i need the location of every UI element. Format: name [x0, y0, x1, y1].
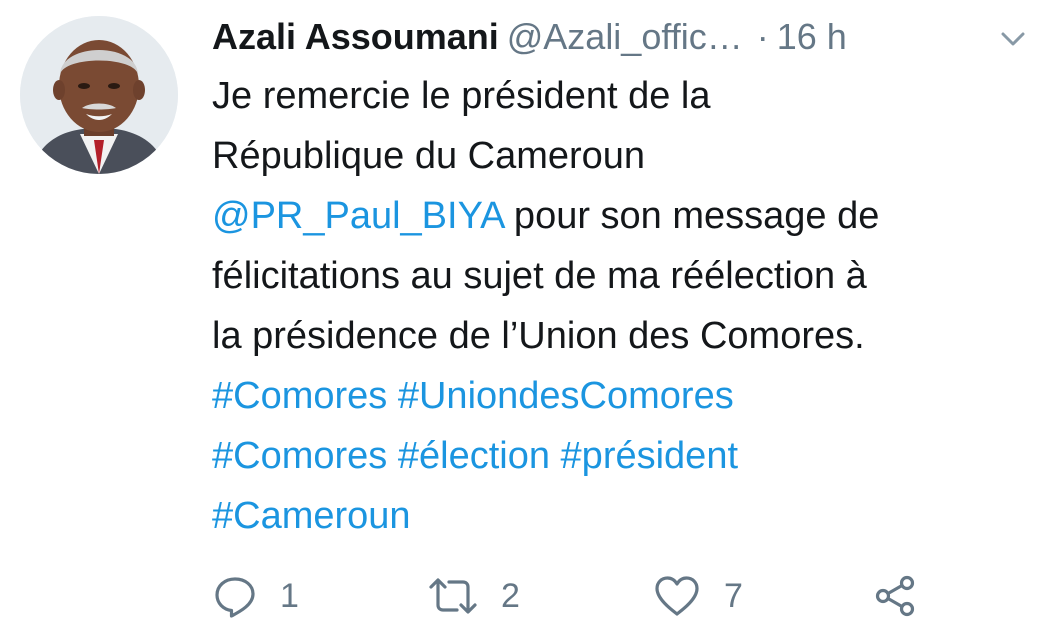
heart-icon [652, 573, 702, 619]
tweet-text-line: République du Cameroun [212, 135, 646, 177]
author-handle[interactable]: @Azali_offic… [507, 16, 743, 57]
tweet-text-line: @PR_Paul_BIYA pour son message de [212, 186, 1032, 246]
author-name[interactable]: Azali Assoumani [212, 16, 499, 57]
hashtag-line: #Cameroun [212, 486, 1032, 546]
retweet-button[interactable]: 2 [427, 566, 520, 626]
hashtag-link[interactable]: #Comores [212, 375, 387, 417]
like-button[interactable]: 7 [652, 566, 743, 626]
tweet-actions: 1 2 7 [212, 566, 1032, 626]
retweet-icon [427, 573, 479, 619]
hashtag-line: #Comores #élection #président [212, 426, 1032, 486]
tweet-text-fragment: pour son message de [503, 195, 880, 237]
hashtag-link[interactable]: #Comores [212, 435, 387, 477]
retweet-count: 2 [501, 576, 520, 615]
like-count: 7 [724, 576, 743, 615]
hashtag-line: #Comores #UniondesComores [212, 366, 1032, 426]
avatar-portrait [20, 16, 178, 174]
tweet-text: Je remercie le président de la Républiqu… [212, 66, 1032, 546]
tweet-text-line: la présidence de l’Union des Comores. [212, 315, 865, 357]
tweet-timestamp[interactable]: 16 h [777, 16, 847, 57]
reply-count: 1 [280, 576, 299, 615]
avatar[interactable] [20, 16, 178, 174]
mention-link[interactable]: @PR_Paul_BIYA [212, 195, 503, 237]
hashtag-link[interactable]: #UniondesComores [398, 375, 734, 417]
separator-dot: · [756, 16, 769, 57]
tweet-text-line: Je remercie le président de la [212, 75, 711, 117]
hashtag-link[interactable]: #président [561, 435, 738, 477]
tweet-text-line: félicitations au sujet de ma réélection … [212, 255, 867, 297]
share-button[interactable] [872, 566, 918, 626]
hashtag-link[interactable]: #Cameroun [212, 495, 411, 537]
chevron-down-icon[interactable] [996, 24, 1030, 54]
reply-icon [212, 573, 258, 619]
tweet-header: Azali Assoumani @Azali_offic… · 16 h [212, 14, 1042, 60]
hashtag-link[interactable]: #élection [398, 435, 550, 477]
share-icon [872, 573, 918, 619]
reply-button[interactable]: 1 [212, 566, 299, 626]
